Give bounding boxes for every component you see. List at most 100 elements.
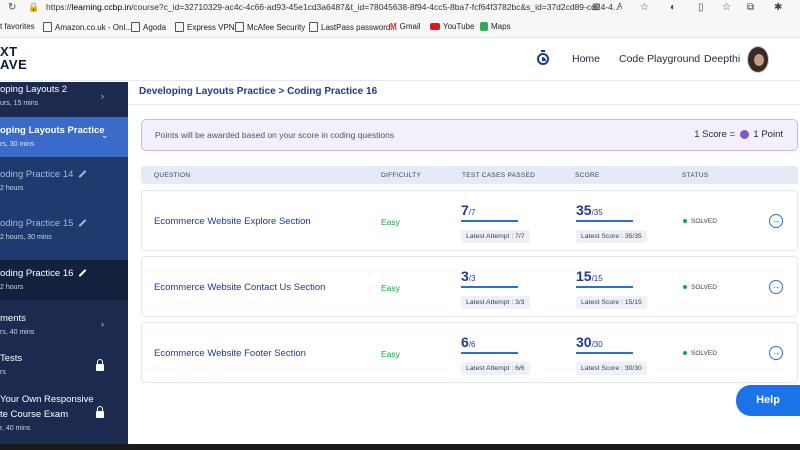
bookmark-label: McAfee Security	[247, 22, 306, 32]
tests-total: /7	[468, 208, 476, 217]
header-score: SCORE	[575, 172, 600, 179]
sidebar-item-course-exam[interactable]: Your Own Responsive te Course Exam r, 40…	[0, 384, 128, 444]
browser-extension-icon[interactable]: ✱	[774, 2, 782, 13]
sidebar-item-title-text: oding Practice 14	[0, 169, 74, 180]
latest-score: Latest Score : 30/30	[576, 362, 647, 375]
browser-address-bar[interactable]: ↻ 🔒 https://learning.ccbp.in/course?c_id…	[0, 0, 800, 17]
bookmark-amazon[interactable]: Amazon.co.uk - Onl...	[43, 22, 132, 32]
question-name[interactable]: Ecommerce Website Footer Section	[154, 348, 306, 359]
tests-passed-value: 3	[461, 268, 469, 284]
score-progress-bar	[576, 286, 633, 288]
sidebar-item-title: ments	[0, 313, 26, 324]
sidebar-item-coding-practice-16[interactable]: oding Practice 16 2 hours	[0, 260, 128, 300]
status-dot-icon	[683, 351, 687, 356]
bookmark-lastpass[interactable]: LastPass password...	[309, 22, 397, 32]
nav-home[interactable]: Home	[572, 53, 600, 65]
lock-icon	[96, 406, 104, 418]
status-dot-icon	[683, 219, 687, 224]
table-row[interactable]: Ecommerce Website Explore Section Easy 7…	[141, 190, 798, 251]
tests-progress-bar	[461, 286, 518, 288]
sidebar-item-duration: rs, 40 mins	[0, 329, 35, 336]
sidebar-item-title: oding Practice 16	[0, 268, 87, 279]
sidebar-item-layouts-2[interactable]: oping Layouts 2 urs, 15 mins ›	[0, 82, 128, 117]
bookmark-label: Maps	[491, 22, 511, 31]
bookmark-label: Agoda	[143, 22, 167, 32]
bookmarks-bar: t favorites Amazon.co.uk - Onl... Agoda …	[0, 17, 800, 38]
sidebar-item-layouts-practice[interactable]: oping Layouts Practice rs, 30 mins ⌄	[0, 117, 128, 157]
score-progress-bar	[576, 352, 633, 354]
page-icon	[43, 22, 52, 32]
coin-icon	[739, 129, 749, 139]
app-header: XT AVE Home Code Playground Deepthi	[0, 38, 800, 81]
bookmark-label: Gmail	[399, 22, 421, 31]
tests-passed-value: 7	[461, 202, 469, 218]
user-name[interactable]: Deepthi	[704, 53, 740, 65]
question-name[interactable]: Ecommerce Website Contact Us Section	[154, 282, 325, 293]
edit-icon	[79, 170, 87, 179]
bookmark-expressvpn[interactable]: Express VPN	[175, 22, 235, 32]
sidebar-item-coding-practice-14[interactable]: oding Practice 14 2 hours	[0, 157, 128, 206]
nav-code-playground[interactable]: Code Playground	[619, 53, 700, 65]
url-host: learning.ccbp.in	[71, 2, 132, 12]
breadcrumb[interactable]: Developing Layouts Practice > Coding Pra…	[139, 86, 377, 97]
taskbar	[0, 444, 800, 450]
sidebar-item-duration: rs	[0, 369, 6, 376]
bookmark-youtube[interactable]: YouTube	[430, 22, 474, 31]
difficulty-label: Easy	[381, 349, 400, 359]
table-row[interactable]: Ecommerce Website Contact Us Section Eas…	[141, 256, 798, 317]
bookmark-favorites[interactable]: t favorites	[0, 22, 35, 31]
read-aloud-icon[interactable]: A	[617, 2, 622, 11]
status-text: SOLVED	[691, 284, 717, 291]
difficulty-label: Easy	[381, 217, 400, 227]
tests-total: /6	[468, 340, 476, 349]
collections-icon[interactable]: ⧉	[747, 2, 754, 13]
difficulty-label: Easy	[381, 283, 400, 293]
score-progress-bar	[576, 220, 633, 222]
header-difficulty: DIFFICULTY	[381, 172, 422, 179]
table-row[interactable]: Ecommerce Website Footer Section Easy 6/…	[141, 322, 798, 383]
url-prefix: https://	[46, 2, 72, 12]
sidebar-item-duration: 2 hours	[0, 185, 24, 192]
arrow-right-icon[interactable]: →	[769, 346, 783, 360]
refresh-icon[interactable]: ↻	[8, 2, 16, 13]
table-header: QUESTION DIFFICULTY TEST CASES PASSED SC…	[141, 166, 798, 184]
favorites-icon[interactable]: ☆	[722, 2, 731, 13]
tests-progress-bar	[461, 352, 518, 354]
favorite-star-icon[interactable]: ☆	[640, 2, 649, 13]
sidebar-item-tests[interactable]: Tests rs	[0, 344, 128, 384]
extension-icon[interactable]: ◐	[670, 2, 676, 13]
avatar[interactable]	[747, 46, 769, 73]
bookmark-maps[interactable]: Maps	[480, 22, 511, 31]
sidebar: oping Layouts 2 urs, 15 mins › oping Lay…	[0, 82, 128, 444]
sidebar-item-assignments[interactable]: ments rs, 40 mins ›	[0, 300, 128, 344]
bookmark-gmail[interactable]: M Gmail	[390, 22, 421, 31]
logo-line-2[interactable]: AVE	[0, 57, 27, 72]
header-test-cases: TEST CASES PASSED	[462, 172, 536, 179]
status-badge: SOLVED	[683, 350, 717, 357]
bookmark-agoda[interactable]: Agoda	[131, 22, 166, 32]
tests-passed: 7/7	[461, 202, 475, 218]
help-button[interactable]: Help	[736, 385, 800, 416]
timer-icon[interactable]	[537, 50, 549, 65]
arrow-right-icon[interactable]: →	[769, 214, 783, 228]
sidebar-item-duration: 2 hours	[0, 284, 24, 291]
chevron-right-icon: ›	[101, 319, 104, 329]
bookmark-label: Express VPN	[187, 22, 235, 32]
split-screen-icon[interactable]: ▯	[698, 2, 704, 13]
header-status: STATUS	[682, 172, 709, 179]
url-text[interactable]: https://learning.ccbp.in/course?c_id=327…	[46, 2, 620, 12]
bookmark-mcafee[interactable]: McAfee Security	[235, 22, 305, 32]
sidebar-item-title-text: oding Practice 16	[0, 268, 74, 279]
bookmark-label: LastPass password...	[321, 22, 398, 32]
arrow-right-icon[interactable]: →	[769, 280, 783, 294]
app-icon[interactable]: ⊞	[592, 2, 600, 13]
header-question: QUESTION	[154, 172, 191, 179]
status-text: SOLVED	[691, 218, 717, 225]
gmail-icon: M	[390, 22, 397, 31]
sidebar-item-title: Your Own Responsive	[0, 394, 94, 405]
sidebar-item-coding-practice-15[interactable]: oding Practice 15 2 hours, 30 mins	[0, 206, 128, 260]
edit-icon	[79, 269, 87, 278]
sidebar-item-title-text: oding Practice 15	[0, 218, 74, 229]
page-icon	[131, 22, 140, 32]
question-name[interactable]: Ecommerce Website Explore Section	[154, 216, 311, 227]
